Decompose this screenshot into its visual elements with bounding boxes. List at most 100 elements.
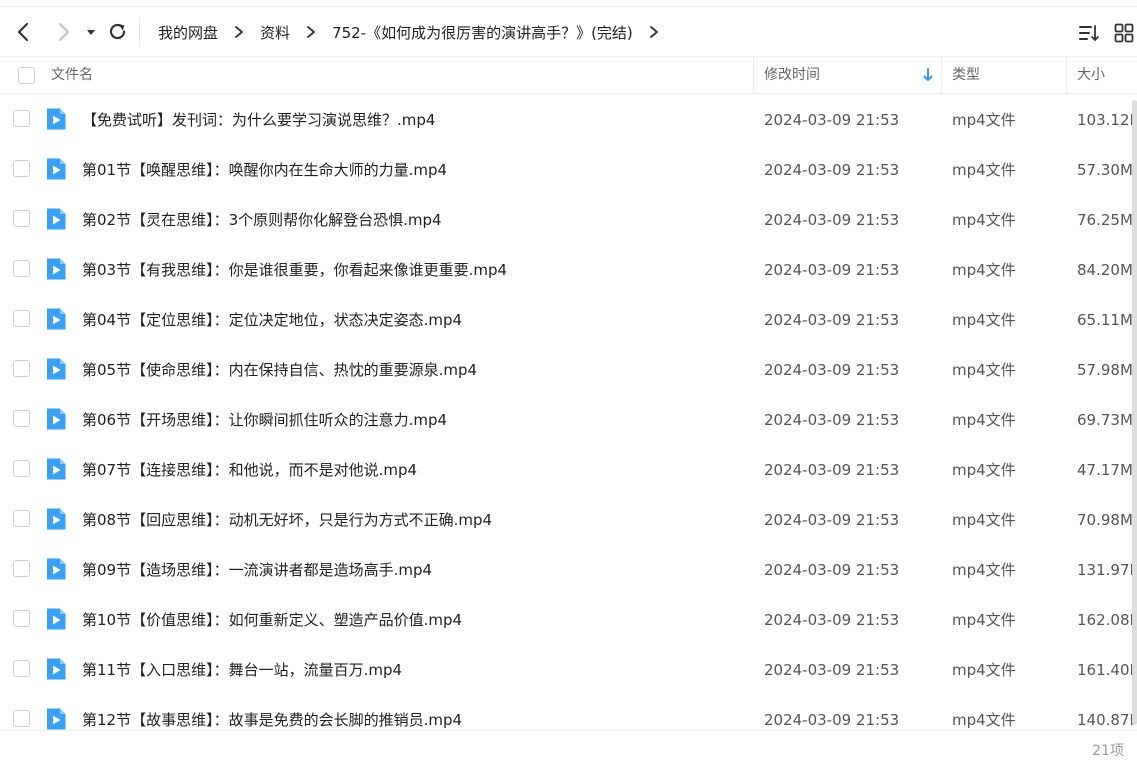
file-modified-time: 2024-03-09 21:53	[764, 461, 900, 479]
file-name[interactable]: 第02节【灵在思维】：3个原则帮你化解登台恐惧.mp4	[82, 195, 442, 245]
chevron-left-icon	[17, 22, 29, 42]
file-name[interactable]: 第03节【有我思维】：你是谁很重要，你看起来像谁更重要.mp4	[82, 245, 507, 295]
column-divider[interactable]	[753, 57, 754, 94]
sort-menu-button[interactable]	[1078, 22, 1100, 44]
breadcrumb-item-root[interactable]: 我的网盘	[158, 22, 218, 43]
file-type: mp4文件	[952, 411, 1016, 429]
back-button[interactable]	[13, 21, 35, 43]
column-name-header[interactable]: 文件名	[51, 57, 93, 94]
file-size: 70.98M	[1077, 511, 1133, 529]
file-modified-time: 2024-03-09 21:53	[764, 411, 900, 429]
row-checkbox[interactable]	[13, 460, 30, 477]
file-type: mp4文件	[952, 211, 1016, 229]
sort-list-icon	[1079, 25, 1099, 41]
file-row[interactable]: 第03节【有我思维】：你是谁很重要，你看起来像谁更重要.mp4 2024-03-0…	[0, 245, 1137, 295]
status-bar: 21项	[0, 730, 1137, 770]
row-checkbox[interactable]	[13, 260, 30, 277]
file-type: mp4文件	[952, 111, 1016, 129]
breadcrumb: 我的网盘 资料 752-《如何成为很厉害的演讲高手？》(完结)	[158, 7, 675, 57]
file-modified-time: 2024-03-09 21:53	[764, 711, 900, 729]
file-row[interactable]: 第10节【价值思维】：如何重新定义、塑造产品价值.mp4 2024-03-09 2…	[0, 595, 1137, 645]
file-type: mp4文件	[952, 561, 1016, 579]
file-type: mp4文件	[952, 311, 1016, 329]
file-name[interactable]: 第08节【回应思维】：动机无好坏，只是行为方式不正确.mp4	[82, 495, 492, 545]
file-modified-time: 2024-03-09 21:53	[764, 661, 900, 679]
file-name[interactable]: 第12节【故事思维】：故事是免费的会长脚的推销员.mp4	[82, 695, 462, 730]
row-checkbox[interactable]	[13, 110, 30, 127]
video-file-icon	[45, 157, 67, 181]
row-checkbox[interactable]	[13, 410, 30, 427]
file-size: 57.98M	[1077, 361, 1133, 379]
file-name[interactable]: 第10节【价值思维】：如何重新定义、塑造产品价值.mp4	[82, 595, 462, 645]
toolbar-divider	[139, 17, 140, 47]
breadcrumb-item-current[interactable]: 752-《如何成为很厉害的演讲高手？》(完结)	[332, 22, 633, 43]
file-row[interactable]: 第04节【定位思维】：定位决定地位，状态决定姿态.mp4 2024-03-09 2…	[0, 295, 1137, 345]
file-type: mp4文件	[952, 461, 1016, 479]
file-row[interactable]: 【免费试听】发刊词：为什么要学习演说思维？.mp4 2024-03-09 21:5…	[0, 95, 1137, 145]
file-size: 103.12M	[1077, 111, 1137, 129]
file-name[interactable]: 【免费试听】发刊词：为什么要学习演说思维？.mp4	[82, 95, 435, 145]
row-checkbox[interactable]	[13, 360, 30, 377]
column-header: 文件名 修改时间 类型 大小	[0, 56, 1137, 94]
file-name[interactable]: 第09节【造场思维】：一流演讲者都是造场高手.mp4	[82, 545, 432, 595]
row-checkbox[interactable]	[13, 160, 30, 177]
file-type: mp4文件	[952, 361, 1016, 379]
sort-descending-icon	[922, 67, 934, 83]
chevron-right-icon[interactable]	[647, 25, 661, 39]
row-checkbox[interactable]	[13, 510, 30, 527]
video-file-icon	[45, 257, 67, 281]
row-checkbox[interactable]	[13, 710, 30, 727]
refresh-button[interactable]	[107, 21, 129, 43]
file-size: 65.11M	[1077, 311, 1133, 329]
chevron-right-icon	[232, 25, 246, 39]
file-row[interactable]: 第08节【回应思维】：动机无好坏，只是行为方式不正确.mp4 2024-03-09…	[0, 495, 1137, 545]
file-modified-time: 2024-03-09 21:53	[764, 311, 900, 329]
video-file-icon	[45, 107, 67, 131]
file-row[interactable]: 第01节【唤醒思维】：唤醒你内在生命大师的力量.mp4 2024-03-09 21…	[0, 145, 1137, 195]
file-row[interactable]: 第02节【灵在思维】：3个原则帮你化解登台恐惧.mp4 2024-03-09 21…	[0, 195, 1137, 245]
breadcrumb-item-folder[interactable]: 资料	[260, 22, 290, 43]
file-size: 131.97M	[1077, 561, 1137, 579]
view-toggle-button[interactable]	[1113, 22, 1135, 44]
file-modified-time: 2024-03-09 21:53	[764, 211, 900, 229]
file-name[interactable]: 第07节【连接思维】：和他说，而不是对他说.mp4	[82, 445, 417, 495]
column-modified-header[interactable]: 修改时间	[764, 57, 820, 94]
column-divider[interactable]	[941, 57, 942, 94]
select-all-checkbox[interactable]	[18, 67, 35, 84]
caret-down-icon	[87, 30, 95, 35]
file-name[interactable]: 第04节【定位思维】：定位决定地位，状态决定姿态.mp4	[82, 295, 462, 345]
file-row[interactable]: 第05节【使命思维】：内在保持自信、热忱的重要源泉.mp4 2024-03-09 …	[0, 345, 1137, 395]
row-checkbox[interactable]	[13, 560, 30, 577]
file-row[interactable]: 第12节【故事思维】：故事是免费的会长脚的推销员.mp4 2024-03-09 2…	[0, 695, 1137, 730]
history-dropdown-button[interactable]	[84, 21, 98, 43]
file-size: 69.73M	[1077, 411, 1133, 429]
chevron-right-icon	[304, 25, 318, 39]
file-row[interactable]: 第06节【开场思维】：让你瞬间抓住听众的注意力.mp4 2024-03-09 21…	[0, 395, 1137, 445]
file-row[interactable]: 第09节【造场思维】：一流演讲者都是造场高手.mp4 2024-03-09 21:…	[0, 545, 1137, 595]
toolbar: 我的网盘 资料 752-《如何成为很厉害的演讲高手？》(完结)	[0, 6, 1137, 56]
row-checkbox[interactable]	[13, 610, 30, 627]
file-name[interactable]: 第05节【使命思维】：内在保持自信、热忱的重要源泉.mp4	[82, 345, 477, 395]
video-file-icon	[45, 207, 67, 231]
vertical-scrollbar[interactable]	[1132, 100, 1137, 725]
video-file-icon	[45, 557, 67, 581]
video-file-icon	[45, 507, 67, 531]
file-name[interactable]: 第01节【唤醒思维】：唤醒你内在生命大师的力量.mp4	[82, 145, 447, 195]
column-type-header[interactable]: 类型	[952, 57, 980, 94]
forward-button[interactable]	[52, 21, 74, 43]
column-divider[interactable]	[1066, 57, 1067, 94]
row-checkbox[interactable]	[13, 210, 30, 227]
file-modified-time: 2024-03-09 21:53	[764, 611, 900, 629]
column-size-header[interactable]: 大小	[1077, 57, 1105, 94]
file-type: mp4文件	[952, 511, 1016, 529]
file-row[interactable]: 第11节【入口思维】：舞台一站，流量百万.mp4 2024-03-09 21:53…	[0, 645, 1137, 695]
file-size: 162.08M	[1077, 611, 1137, 629]
row-checkbox[interactable]	[13, 310, 30, 327]
row-checkbox[interactable]	[13, 660, 30, 677]
file-name[interactable]: 第06节【开场思维】：让你瞬间抓住听众的注意力.mp4	[82, 395, 447, 445]
file-row[interactable]: 第07节【连接思维】：和他说，而不是对他说.mp4 2024-03-09 21:5…	[0, 445, 1137, 495]
file-name[interactable]: 第11节【入口思维】：舞台一站，流量百万.mp4	[82, 645, 402, 695]
file-list: 【免费试听】发刊词：为什么要学习演说思维？.mp4 2024-03-09 21:5…	[0, 95, 1137, 730]
video-file-icon	[45, 707, 67, 730]
file-modified-time: 2024-03-09 21:53	[764, 161, 900, 179]
